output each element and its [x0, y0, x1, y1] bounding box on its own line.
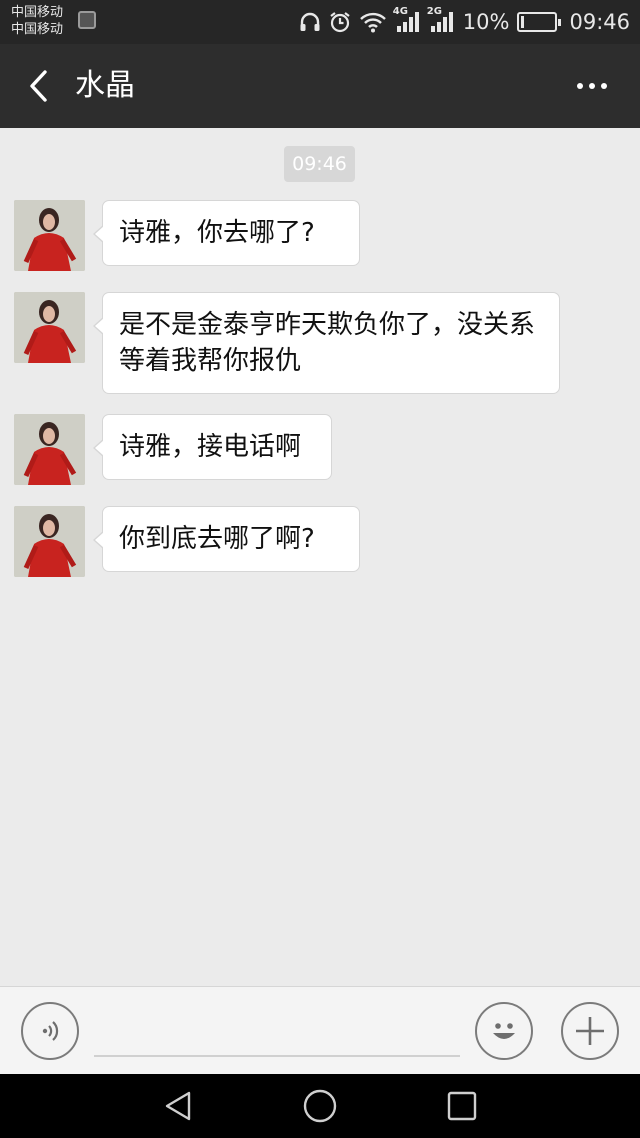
network-1-label: 4G [392, 6, 408, 17]
message-bubble[interactable]: 你到底去哪了啊? [93, 506, 360, 572]
image-notification-icon [78, 11, 96, 29]
carrier-labels: 中国移动 中国移动 [11, 4, 63, 38]
battery-icon [517, 12, 562, 32]
nav-recents-button[interactable] [442, 1086, 482, 1126]
chat-title: 水晶 [75, 68, 135, 103]
contact-avatar[interactable] [14, 292, 85, 363]
back-button[interactable] [18, 64, 58, 108]
chat-header: 水晶 [0, 44, 640, 128]
message-text: 诗雅，你去哪了? [119, 218, 315, 248]
input-bar [0, 986, 640, 1074]
status-icons: 4G 2G 10% 09:46 [299, 6, 630, 38]
message-bubble[interactable]: 诗雅，你去哪了? [93, 200, 360, 266]
contact-avatar[interactable] [14, 506, 85, 577]
square-recents-icon [447, 1091, 477, 1121]
more-dots-icon [577, 83, 583, 89]
circle-home-icon [303, 1089, 337, 1123]
message-text: 是不是金泰亨昨天欺负你了，没关系等着我帮你报仇 [119, 310, 536, 376]
more-options-button[interactable] [570, 68, 614, 104]
contact-avatar[interactable] [14, 414, 85, 485]
message-list[interactable]: 09:46 诗雅，你去哪了? 是不是金泰亨昨天欺负你了，没关系等着我帮你报仇 诗… [0, 128, 640, 986]
network-2-label: 2G [426, 6, 442, 17]
voice-icon [42, 1021, 59, 1041]
status-time: 09:46 [569, 10, 630, 34]
message-bubble[interactable]: 诗雅，接电话啊 [93, 414, 332, 480]
message-input[interactable] [94, 1013, 460, 1057]
carrier-2: 中国移动 [11, 22, 64, 37]
emoji-button[interactable] [475, 1002, 533, 1060]
smiley-icon [493, 1023, 515, 1039]
alarm-icon [329, 11, 351, 33]
battery-fill [521, 16, 525, 28]
message-text: 诗雅，接电话啊 [119, 432, 302, 462]
wifi-icon [359, 11, 387, 33]
more-functions-button[interactable] [561, 1002, 619, 1060]
message-timestamp: 09:46 [284, 146, 355, 182]
nav-home-button[interactable] [300, 1086, 340, 1126]
system-nav-bar [0, 1074, 640, 1138]
battery-percent: 10% [462, 10, 510, 34]
message-text: 你到底去哪了啊? [119, 524, 315, 554]
headphones-icon [299, 12, 321, 32]
message-bubble[interactable]: 是不是金泰亨昨天欺负你了，没关系等着我帮你报仇 [93, 292, 560, 394]
signal-2g-icon: 2G [427, 6, 455, 33]
contact-avatar[interactable] [14, 200, 85, 271]
voice-button[interactable] [21, 1002, 79, 1060]
status-bar: 中国移动 中国移动 4G 2G 10% 09:46 [0, 0, 640, 44]
triangle-back-icon [165, 1091, 191, 1121]
signal-4g-icon: 4G [393, 6, 421, 33]
plus-icon [576, 1017, 604, 1045]
nav-back-button[interactable] [158, 1086, 198, 1126]
chevron-left-icon [30, 70, 47, 102]
carrier-1: 中国移动 [11, 5, 64, 20]
